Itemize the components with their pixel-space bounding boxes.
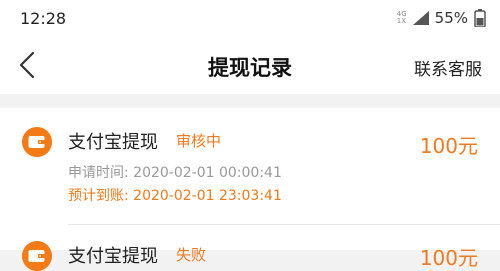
wallet-icon (22, 241, 52, 271)
network-type-label: 4G 1X (397, 11, 407, 25)
back-arrow-icon[interactable] (16, 50, 40, 80)
status-bar: 12:28 4G 1X 55% (0, 0, 500, 36)
nav-header: 提现记录 联系客服 (0, 36, 500, 94)
record-status-badge: 失败 (176, 246, 207, 264)
record-item[interactable]: 支付宝提现 审核中 100元 申请时间: 2020-02-01 00:00:41… (0, 108, 500, 224)
arrival-time-label: 预计到账: (68, 188, 129, 204)
wallet-icon (22, 127, 52, 157)
withdraw-record-list: 支付宝提现 审核中 100元 申请时间: 2020-02-01 00:00:41… (0, 108, 500, 271)
contact-support-button[interactable]: 联系客服 (414, 55, 482, 80)
record-title: 支付宝提现 (68, 132, 158, 153)
network-1x-label: 1X (396, 17, 407, 25)
record-title: 支付宝提现 (68, 246, 158, 267)
record-status-badge: 审核中 (176, 132, 222, 150)
battery-percent: 55% (434, 9, 468, 27)
record-item[interactable]: 支付宝提现 失败 100元 (0, 225, 500, 271)
apply-time-row: 申请时间: 2020-02-01 00:00:41 (68, 162, 282, 182)
signal-icon (412, 11, 429, 25)
record-amount: 100元 (419, 134, 478, 158)
battery-icon (474, 9, 486, 27)
status-time: 12:28 (20, 9, 67, 28)
arrival-time-row: 预计到账: 2020-02-01 23:03:41 (68, 185, 282, 205)
record-amount: 100元 (419, 246, 478, 270)
status-icons: 4G 1X 55% (397, 9, 486, 27)
apply-time-label: 申请时间: (68, 165, 129, 181)
apply-time-value: 2020-02-01 00:00:41 (133, 165, 282, 181)
arrival-time-value: 2020-02-01 23:03:41 (133, 188, 282, 204)
